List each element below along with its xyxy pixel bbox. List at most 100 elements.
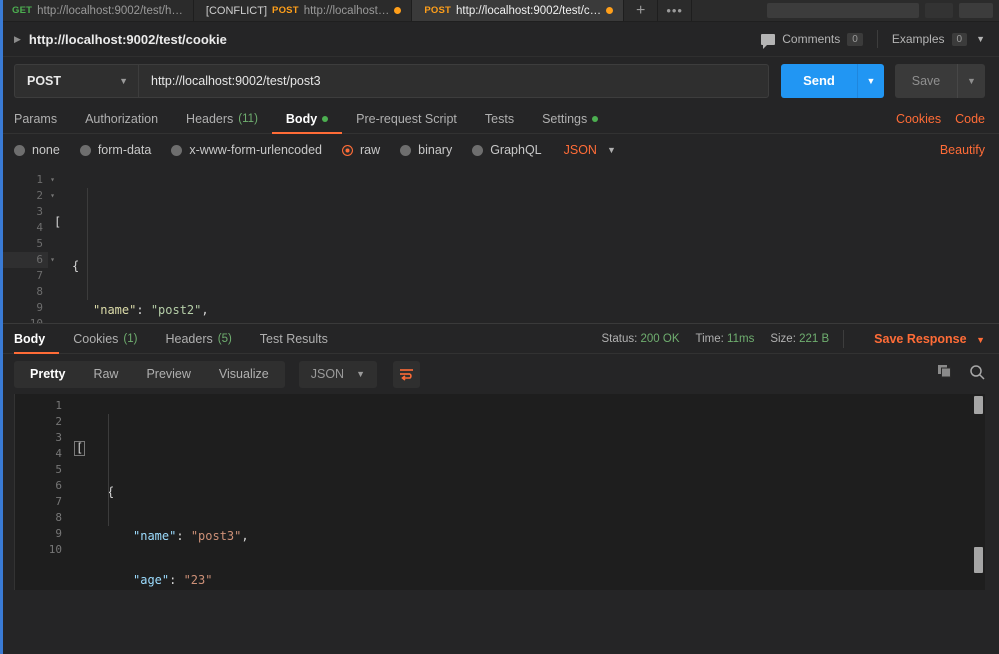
body-type-urlencoded[interactable]: x-www-form-urlencoded [171, 143, 322, 157]
gutter-line[interactable]: 7 [0, 268, 48, 284]
toolbar-button-b[interactable] [959, 3, 993, 18]
body-type-none[interactable]: none [14, 143, 60, 157]
tab-url-label: http://localhost:9002/test/c… [456, 4, 602, 17]
gutter-line[interactable]: 6 ▾ [0, 252, 55, 268]
examples-label[interactable]: Examples [892, 32, 945, 46]
gutter-line: 8 [15, 510, 67, 526]
chevron-down-icon: ▼ [119, 75, 128, 86]
tab-label: Pre-request Script [356, 111, 457, 126]
copy-button[interactable] [937, 364, 953, 385]
bottom-strip [0, 590, 999, 621]
body-type-label: GraphQL [490, 143, 542, 157]
code-link[interactable]: Code [955, 112, 985, 126]
body-type-label: form-data [97, 143, 152, 157]
request-url-input[interactable]: http://localhost:9002/test/post3 [138, 63, 769, 98]
save-options-caret-icon[interactable]: ▼ [957, 63, 985, 98]
tab-count: (11) [238, 112, 258, 125]
body-type-label: raw [360, 143, 381, 157]
body-type-form-data[interactable]: form-data [79, 143, 152, 157]
line-number: 1 [55, 399, 62, 412]
gutter-line[interactable]: 10 [0, 316, 48, 323]
response-tab-test-results[interactable]: Test Results [246, 324, 342, 353]
gutter-line[interactable]: 9 [0, 300, 48, 316]
response-scrollbar-thumb[interactable] [974, 547, 983, 573]
request-tab-1[interactable]: [CONFLICT] POST http://localhost… [193, 0, 413, 21]
body-type-binary[interactable]: binary [400, 143, 452, 157]
gutter-line: 5 [15, 462, 67, 478]
response-toolbar-actions [937, 364, 985, 385]
comments-label[interactable]: Comments [782, 32, 840, 46]
chevron-down-icon[interactable]: ▼ [976, 34, 985, 44]
gutter-line[interactable]: 2 ▾ [0, 188, 55, 204]
response-scrollbar-thumb-top[interactable] [974, 396, 983, 414]
radio-icon [171, 144, 183, 156]
body-format-select[interactable]: JSON ▼ [564, 143, 616, 157]
view-raw[interactable]: Raw [79, 363, 132, 386]
response-editor-gutter: 1 2 3 4 5 6 7 8 9 10 [15, 394, 67, 590]
tab-authorization[interactable]: Authorization [71, 104, 172, 133]
radio-icon [14, 144, 25, 156]
save-response-button[interactable]: Save Response ▼ [874, 332, 985, 346]
request-tab-2[interactable]: POST http://localhost:9002/test/c… [412, 0, 625, 21]
code-line: [ [67, 440, 985, 456]
tab-body[interactable]: Body [271, 104, 343, 134]
tab-pre-request-script[interactable]: Pre-request Script [342, 104, 471, 133]
response-tab-headers[interactable]: Headers (5) [151, 324, 245, 353]
response-body-viewer[interactable]: 1 2 3 4 5 6 7 8 9 10 [ { "name": "post3"… [14, 394, 985, 590]
gutter-line: 10 [15, 542, 67, 558]
line-number: 4 [36, 221, 43, 234]
new-tab-button[interactable]: + [624, 0, 659, 21]
wrap-lines-icon [400, 368, 413, 381]
beautify-button[interactable]: Beautify [940, 143, 985, 157]
gutter-line: 7 [15, 494, 67, 510]
body-format-value: JSON [563, 143, 597, 157]
gutter-line[interactable]: 8 [0, 284, 48, 300]
body-type-raw[interactable]: raw [342, 143, 380, 157]
status-dot-icon [322, 115, 329, 122]
indent-guide [108, 414, 109, 526]
request-tab-0[interactable]: GET http://localhost:9002/test/h… [0, 0, 194, 21]
line-number: 10 [30, 317, 43, 323]
response-format-select[interactable]: JSON ▼ [298, 360, 377, 388]
request-body-editor[interactable]: 1▾ 2▾ 3 4 5 6▾ 7 8 9 10 [ { "name": "pos… [0, 166, 999, 323]
view-visualize[interactable]: Visualize [205, 363, 283, 386]
tab-tests[interactable]: Tests [471, 104, 528, 133]
gutter-line: 6 [15, 478, 67, 494]
body-type-label: x-www-form-urlencoded [189, 143, 322, 157]
tab-overflow-menu-button[interactable]: ••• [658, 0, 693, 21]
global-search-input[interactable] [767, 3, 919, 18]
toolbar-button-a[interactable] [925, 3, 953, 18]
view-preview[interactable]: Preview [132, 363, 204, 386]
comment-icon [761, 33, 776, 49]
http-method-select[interactable]: POST ▼ [14, 63, 138, 98]
view-pretty[interactable]: Pretty [16, 363, 79, 386]
response-editor-code[interactable]: [ { "name": "post3", "age": "23" }, { "n… [67, 394, 985, 590]
request-editor-code[interactable]: [ { "name": "post2", "age": 22 }, { "nam… [48, 166, 999, 323]
send-button[interactable]: Send [781, 63, 857, 98]
line-number: 7 [36, 269, 43, 282]
response-tab-body[interactable]: Body [14, 324, 60, 354]
response-tab-cookies[interactable]: Cookies (1) [59, 324, 151, 353]
body-type-graphql[interactable]: GraphQL [472, 143, 542, 157]
gutter-line[interactable]: 3 [0, 204, 48, 220]
line-number: 3 [55, 431, 62, 444]
wrap-lines-button[interactable] [393, 360, 420, 388]
gutter-line[interactable]: 5 [0, 236, 48, 252]
search-icon [970, 364, 985, 380]
tab-label: Settings [542, 111, 588, 126]
tab-headers[interactable]: Headers (11) [172, 104, 272, 133]
save-button[interactable]: Save [895, 63, 957, 98]
expand-caret-icon[interactable]: ▶ [14, 34, 21, 45]
tab-label: Body [285, 111, 318, 126]
gutter-line[interactable]: 4 [0, 220, 48, 236]
tab-settings[interactable]: Settings [528, 104, 612, 133]
page-title: http://localhost:9002/test/cookie [28, 31, 227, 47]
tab-params[interactable]: Params [14, 104, 71, 133]
cookies-link[interactable]: Cookies [896, 112, 941, 126]
save-group: Save ▼ [895, 63, 985, 98]
search-button[interactable] [969, 364, 985, 385]
code-value: "23" [183, 573, 213, 587]
gutter-line[interactable]: 1 ▾ [0, 172, 55, 188]
radio-icon [400, 144, 412, 156]
send-options-caret-icon[interactable]: ▼ [857, 63, 884, 98]
